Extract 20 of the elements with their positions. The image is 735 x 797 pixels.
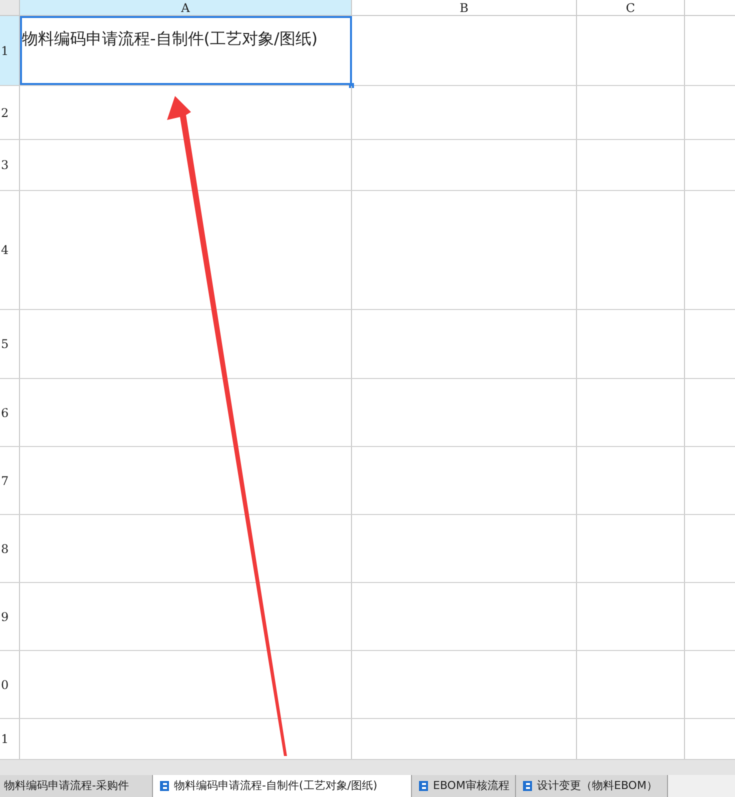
row-number: 9	[1, 608, 9, 626]
table-cell-text: 物料编码申请流程-自制件(工艺对象/图纸)	[21, 28, 319, 50]
sheet-tab[interactable]: 设计变更（物料EBOM）	[516, 775, 668, 797]
row-number: 7	[1, 472, 9, 490]
fill-handle[interactable]	[349, 83, 354, 88]
row-number: 2	[1, 104, 9, 122]
sheet-tab[interactable]: EBOM审核流程	[412, 775, 516, 797]
row-number: 0	[1, 676, 9, 694]
select-all-corner[interactable]	[0, 0, 20, 15]
sheet-tab[interactable]: 物料编码申请流程-采购件	[0, 775, 153, 797]
row-number: 1	[1, 42, 9, 60]
row-number: 1	[1, 731, 9, 748]
row-number: 8	[1, 540, 9, 558]
row-number: 6	[1, 404, 9, 422]
horizontal-scrollbar[interactable]	[0, 760, 735, 775]
row-number: 5	[1, 336, 9, 353]
sheet-tab[interactable]: 物料编码申请流程-自制件(工艺对象/图纸)	[153, 775, 412, 797]
row-number: 3	[1, 157, 9, 174]
row-number: 4	[1, 242, 9, 259]
column-header[interactable]: A	[20, 0, 352, 15]
